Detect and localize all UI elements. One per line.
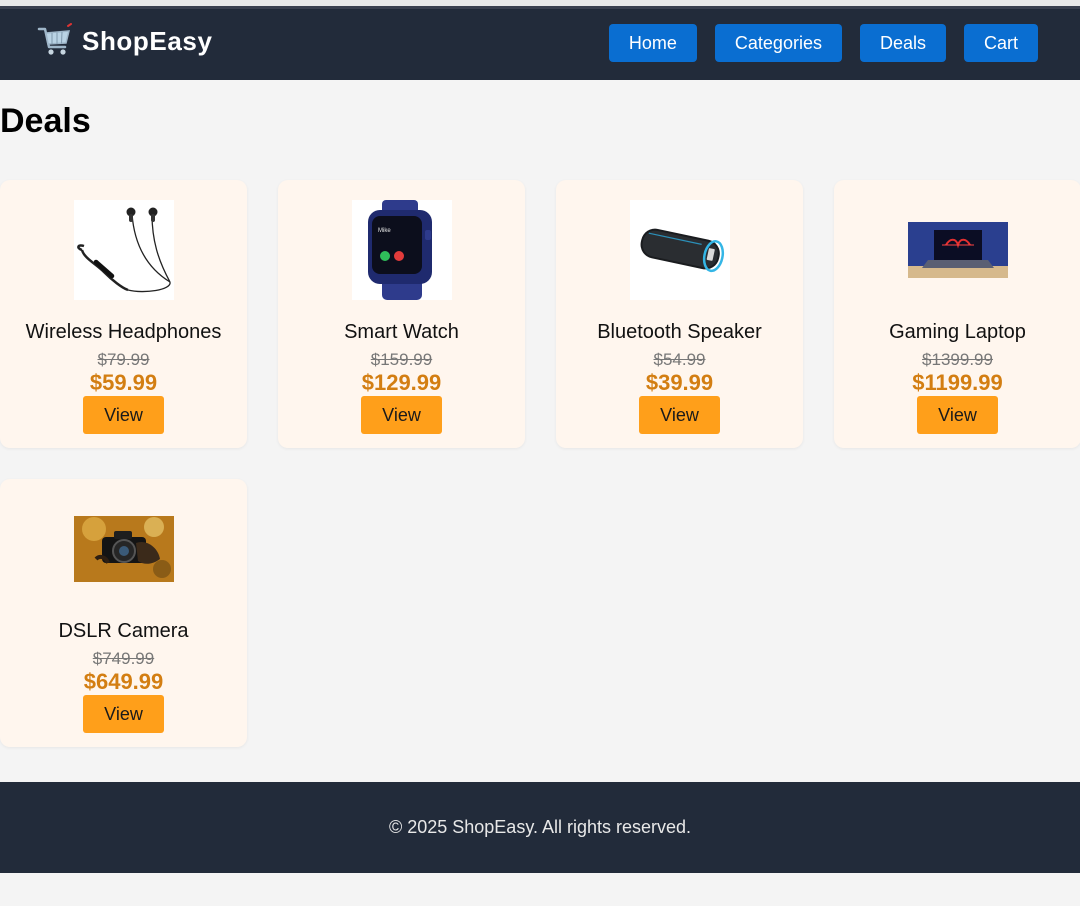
nav-deals-button[interactable]: Deals	[859, 24, 946, 62]
nav-cart-button[interactable]: Cart	[963, 24, 1038, 62]
view-button[interactable]: View	[361, 396, 442, 434]
sale-price: $649.99	[83, 669, 164, 694]
copyright-text: © 2025 ShopEasy. All rights reserved.	[388, 817, 692, 837]
product-grid: Wireless Headphones $79.99 $59.99 View M…	[0, 180, 1080, 747]
site-header: ShopEasy Home Categories Deals Cart	[0, 6, 1080, 80]
product-card: DSLR Camera $749.99 $649.99 View	[0, 479, 247, 747]
page-title: Deals	[0, 102, 91, 140]
product-thumbnail[interactable]	[630, 200, 730, 300]
product-thumbnail[interactable]	[74, 200, 174, 300]
product-name[interactable]: Gaming Laptop	[834, 321, 1080, 344]
speaker-image	[630, 200, 730, 300]
product-name[interactable]: Wireless Headphones	[0, 321, 247, 344]
sale-price: $129.99	[361, 370, 442, 395]
original-price: $54.99	[653, 350, 706, 369]
product-card: Gaming Laptop $1399.99 $1199.99 View	[834, 180, 1080, 448]
product-card: Bluetooth Speaker $54.99 $39.99 View	[556, 180, 803, 448]
product-card: Wireless Headphones $79.99 $59.99 View	[0, 180, 247, 448]
original-price: $749.99	[92, 649, 155, 668]
nav-categories-button[interactable]: Categories	[714, 24, 842, 62]
camera-image	[74, 516, 174, 582]
laptop-image	[908, 222, 1008, 278]
sale-price: $39.99	[645, 370, 714, 395]
sale-price: $59.99	[89, 370, 158, 395]
headphones-image	[74, 200, 174, 300]
product-card: Mike Smart Watch $159.99 $129.99 View	[278, 180, 525, 448]
svg-text:Mike: Mike	[378, 228, 391, 234]
main-nav: Home Categories Deals Cart	[608, 24, 1038, 62]
shopping-cart-icon	[37, 23, 72, 55]
nav-home-button[interactable]: Home	[608, 24, 697, 62]
original-price: $1399.99	[922, 350, 993, 369]
view-button[interactable]: View	[917, 396, 998, 434]
original-price: $79.99	[97, 350, 150, 369]
product-name[interactable]: Bluetooth Speaker	[556, 321, 803, 344]
site-footer: © 2025 ShopEasy. All rights reserved.	[0, 782, 1080, 873]
product-name[interactable]: DSLR Camera	[0, 620, 247, 643]
brand-name: ShopEasy	[82, 25, 213, 56]
sale-price: $1199.99	[912, 370, 1003, 395]
view-button[interactable]: View	[639, 396, 720, 434]
product-thumbnail[interactable]	[908, 200, 1008, 300]
product-name[interactable]: Smart Watch	[278, 321, 525, 344]
view-button[interactable]: View	[83, 396, 164, 434]
product-thumbnail[interactable]	[74, 499, 174, 599]
brand[interactable]: ShopEasy	[36, 23, 213, 59]
product-thumbnail[interactable]: Mike	[352, 200, 452, 300]
smartwatch-image: Mike	[352, 200, 452, 300]
view-button[interactable]: View	[83, 695, 164, 733]
original-price: $159.99	[370, 350, 433, 369]
